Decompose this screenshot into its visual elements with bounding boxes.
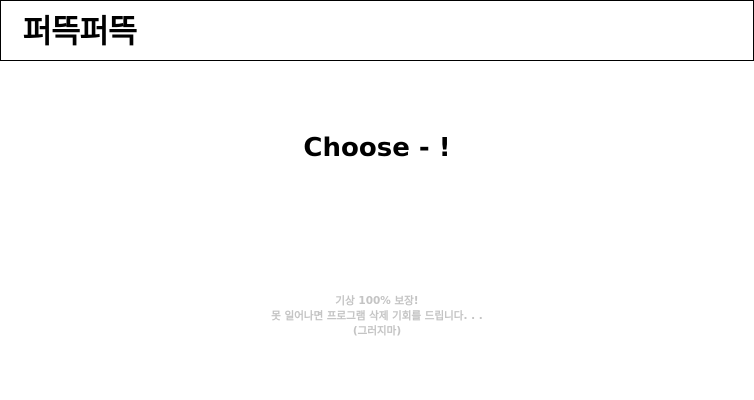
page-title: Choose - ! — [303, 133, 451, 163]
app-logo[interactable]: 퍼뜩퍼뜩 — [23, 11, 138, 51]
header-bar: 퍼뜩퍼뜩 — [0, 0, 754, 61]
notice-line-penalty: 못 일어나면 프로그램 삭제 기회를 드립니다. . . — [271, 310, 483, 322]
notice-text: 기상 100% 보장! 못 일어나면 프로그램 삭제 기회를 드립니다. . .… — [0, 294, 754, 339]
notice-line-aside: (그러지마) — [352, 325, 402, 337]
notice-line-guarantee: 기상 100% 보장! — [335, 295, 419, 307]
